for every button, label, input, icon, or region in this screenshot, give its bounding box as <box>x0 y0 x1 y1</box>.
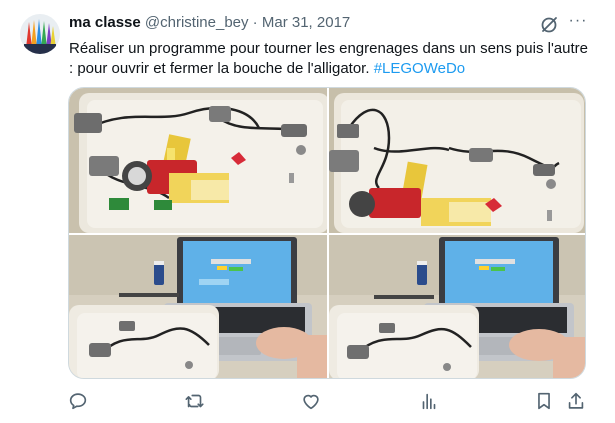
author-handle[interactable]: @christine_bey <box>145 14 249 31</box>
hashtag-link[interactable]: #LEGOWeDo <box>374 60 465 77</box>
more-options-button[interactable]: ··· <box>567 12 589 32</box>
like-icon[interactable] <box>300 390 324 414</box>
tweet-body: Réaliser un programme pour tourner les e… <box>69 40 588 77</box>
photo-laptop-2[interactable] <box>329 235 585 378</box>
tweet-header: ma classe @christine_bey · Mar 31, 2017 <box>69 14 350 31</box>
share-icon[interactable] <box>565 390 589 414</box>
avatar[interactable] <box>20 14 60 54</box>
tweet: ma classe @christine_bey · Mar 31, 2017 … <box>0 0 615 423</box>
photo-laptop-1[interactable] <box>69 235 327 378</box>
photo-lego-model-1[interactable] <box>69 88 327 233</box>
more-icon: ··· <box>568 12 588 29</box>
tweet-text: Réaliser un programme pour tourner les e… <box>69 39 589 79</box>
media-grid <box>68 87 586 379</box>
bookmark-icon[interactable] <box>533 390 557 414</box>
views-icon[interactable] <box>418 390 442 414</box>
grok-icon[interactable] <box>539 15 559 35</box>
tweet-date[interactable]: Mar 31, 2017 <box>262 14 350 31</box>
action-bar <box>0 390 615 414</box>
retweet-icon[interactable] <box>183 390 207 414</box>
photo-lego-model-2[interactable] <box>329 88 585 233</box>
reply-icon[interactable] <box>67 390 91 414</box>
author-name[interactable]: ma classe <box>69 14 141 31</box>
separator: · <box>248 14 262 31</box>
